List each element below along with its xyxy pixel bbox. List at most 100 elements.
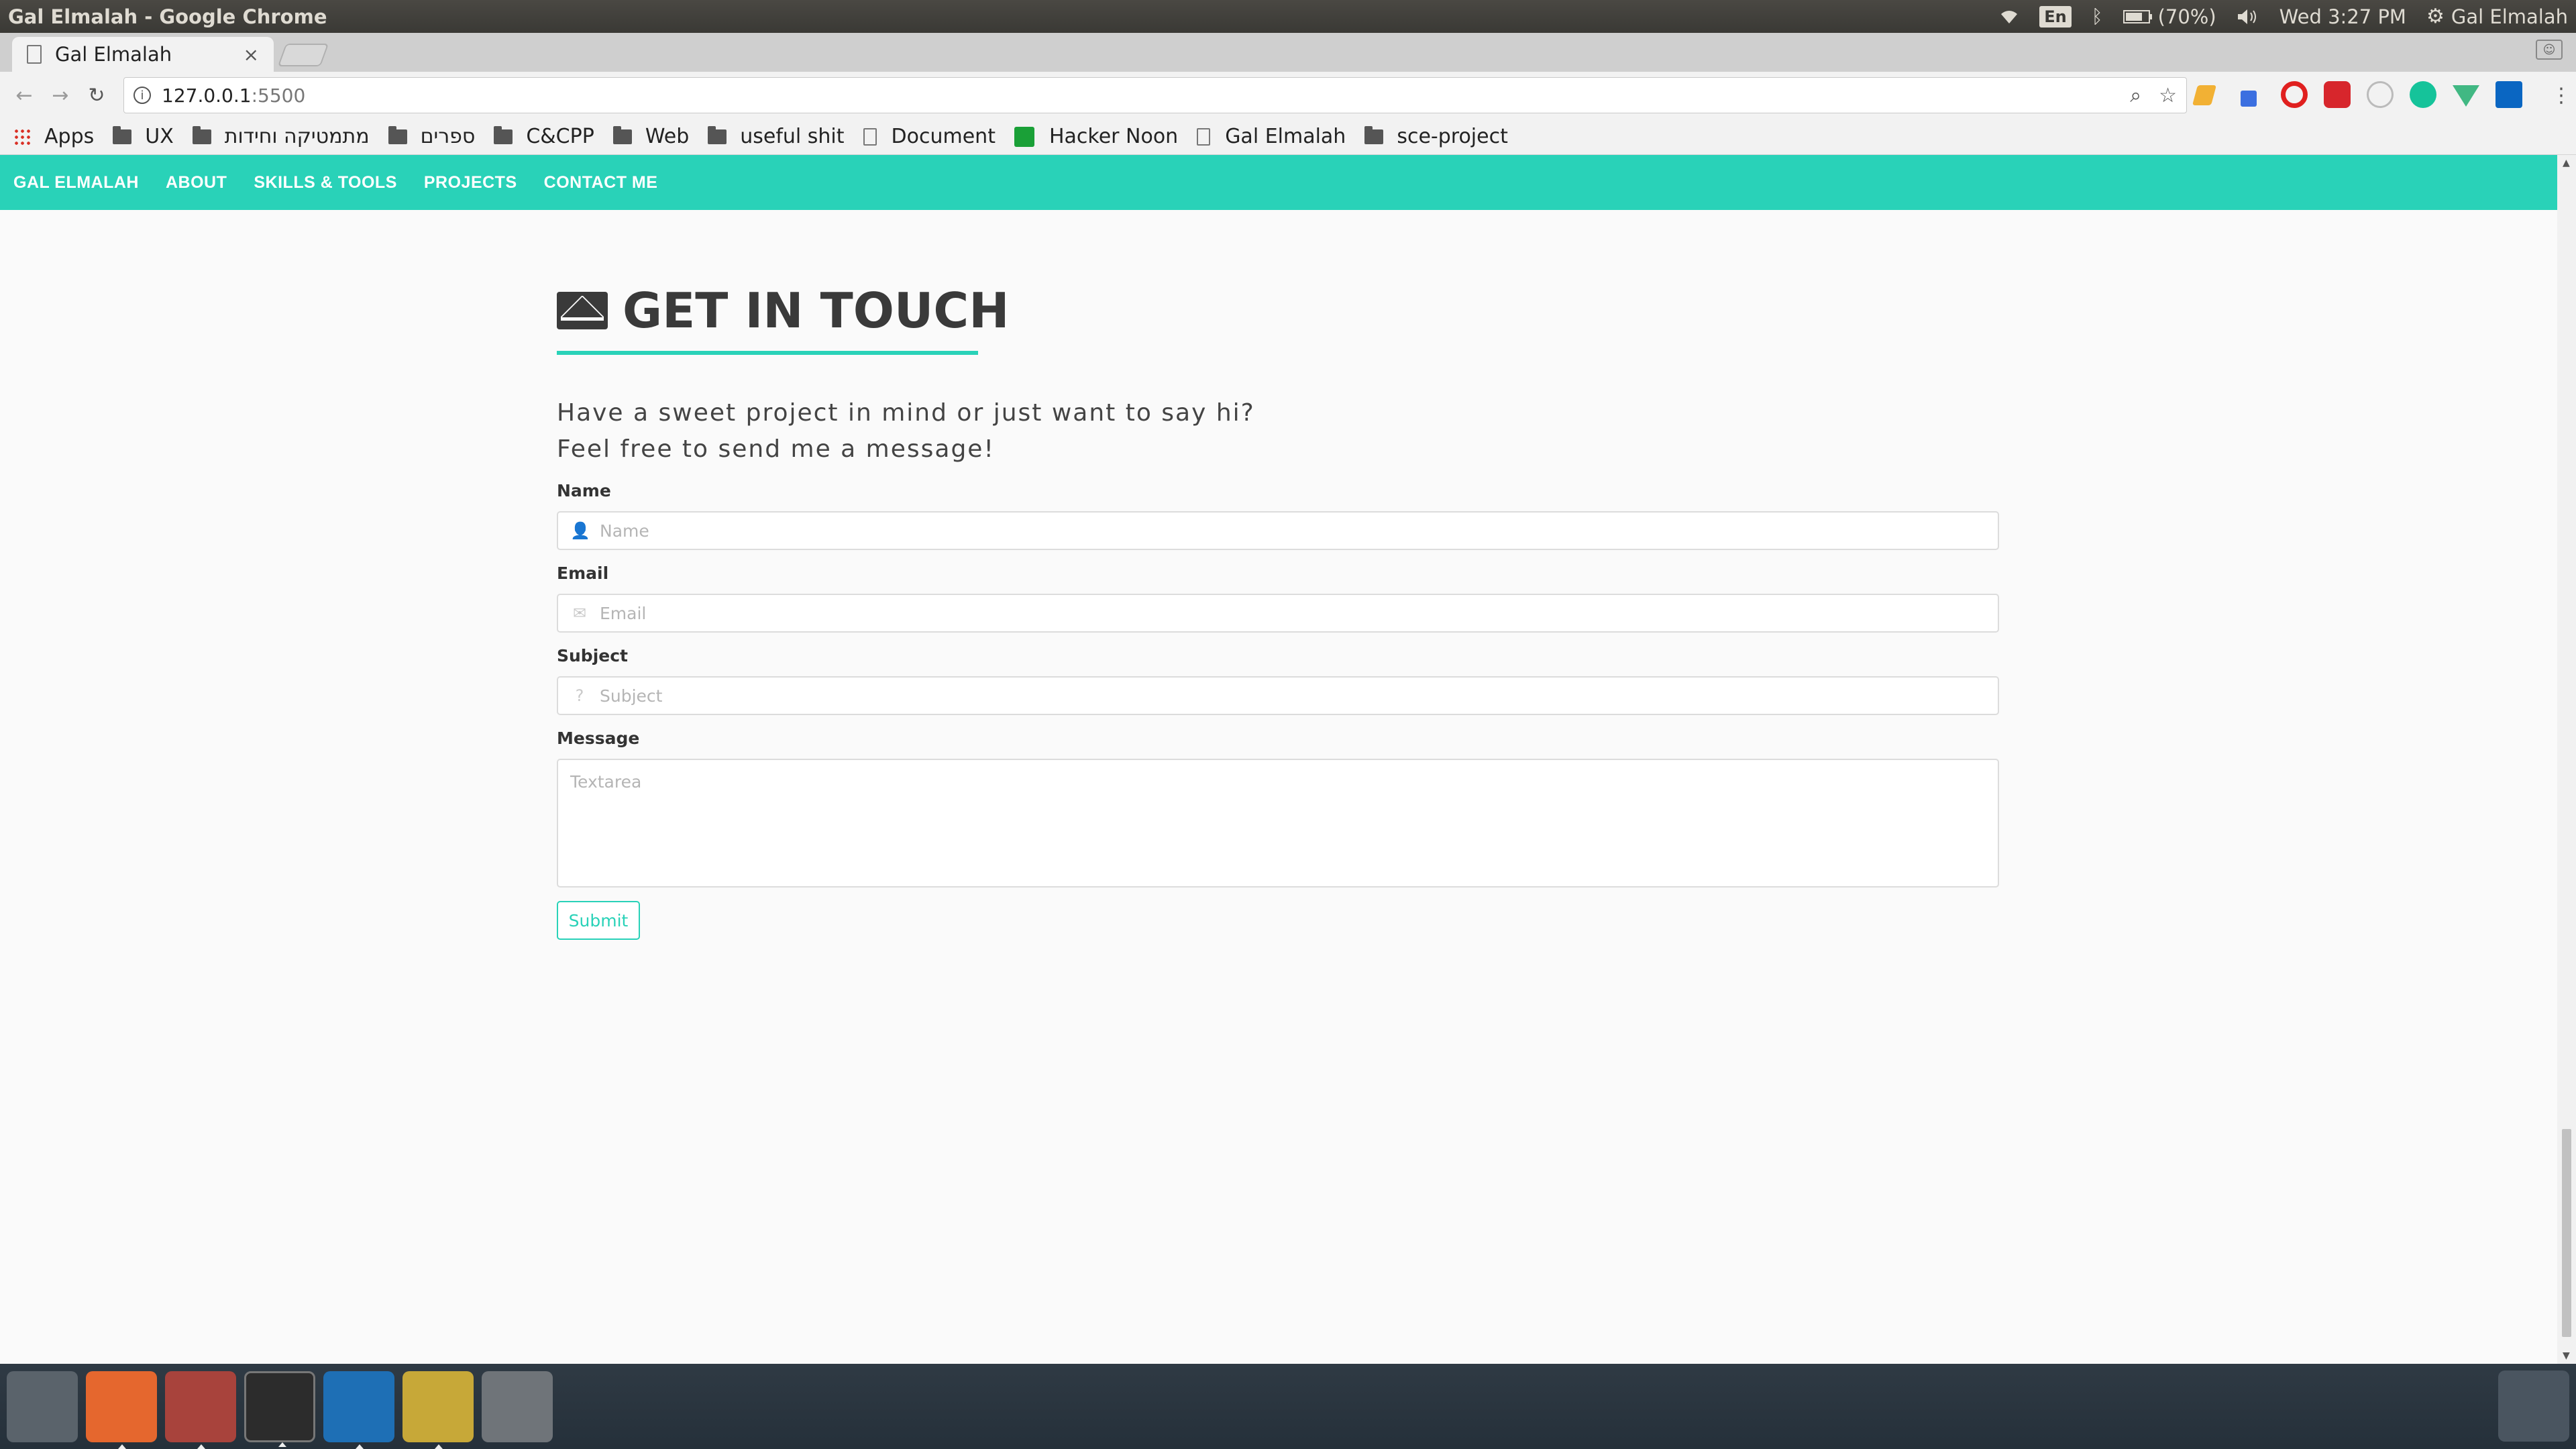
subject-field[interactable]: ? Subject bbox=[557, 676, 1999, 715]
new-tab-button[interactable] bbox=[277, 44, 329, 66]
extension-eyedropper-icon[interactable] bbox=[2241, 91, 2257, 107]
window-title: Gal Elmalah - Google Chrome bbox=[8, 5, 327, 28]
scroll-up-icon[interactable]: ▲ bbox=[2563, 158, 2570, 168]
bookmark-document[interactable]: Document bbox=[863, 125, 996, 148]
wifi-icon[interactable] bbox=[1999, 9, 2019, 25]
user-name: Gal Elmalah bbox=[2451, 5, 2568, 28]
browser-toolbar: ← → ↻ i 127.0.0.1:5500 ⌕ ☆ ⋮ bbox=[0, 72, 2576, 119]
email-field[interactable]: ✉ Email bbox=[557, 594, 1999, 633]
extension-vue-icon[interactable] bbox=[2453, 85, 2479, 107]
intro-line-2: Feel free to send me a message! bbox=[557, 435, 995, 463]
tab-close-icon[interactable]: × bbox=[244, 44, 259, 66]
page-scrollbar[interactable]: ▲ ▼ bbox=[2557, 155, 2576, 1364]
nav-contact[interactable]: CONTACT ME bbox=[544, 173, 658, 193]
submit-button[interactable]: Submit bbox=[557, 901, 640, 940]
user-icon: 👤 bbox=[570, 521, 590, 540]
page-viewport: GAL ELMALAH ABOUT SKILLS & TOOLS PROJECT… bbox=[0, 155, 2557, 1364]
chrome-menu-icon[interactable]: ⋮ bbox=[2549, 83, 2573, 107]
profile-icon[interactable]: ☺ bbox=[2536, 40, 2563, 60]
terminal-icon[interactable] bbox=[244, 1371, 315, 1447]
battery-icon bbox=[2123, 9, 2153, 24]
intro-line-1: Have a sweet project in mind or just wan… bbox=[557, 399, 1255, 427]
volume-icon[interactable] bbox=[2237, 8, 2259, 25]
system-tray: En ᛒ (70%) Wed 3:27 PM ⚙ Gal Elmalah bbox=[1999, 5, 2568, 28]
extension-flag-icon[interactable] bbox=[2192, 85, 2217, 105]
nav-home[interactable]: GAL ELMALAH bbox=[13, 173, 139, 193]
bookmark-apps[interactable]: Apps bbox=[13, 125, 94, 148]
extension-grammarly-icon[interactable] bbox=[2410, 81, 2436, 108]
folder-icon bbox=[708, 125, 727, 144]
bookmark-folder-sce-project[interactable]: sce-project bbox=[1364, 125, 1508, 148]
bookmark-star-icon[interactable]: ☆ bbox=[2159, 84, 2177, 107]
page-icon bbox=[1197, 127, 1211, 146]
page-icon bbox=[863, 127, 877, 146]
section-heading: GET IN TOUCH bbox=[557, 282, 1999, 339]
bookmark-gal-elmalah[interactable]: Gal Elmalah bbox=[1197, 125, 1346, 148]
scrollbar-thumb[interactable] bbox=[2562, 1129, 2571, 1337]
nav-about[interactable]: ABOUT bbox=[166, 173, 227, 193]
message-textarea[interactable]: Textarea bbox=[557, 759, 1999, 888]
os-dock bbox=[0, 1364, 2576, 1449]
url-port: :5500 bbox=[251, 84, 306, 107]
page-favicon-icon bbox=[27, 45, 42, 64]
trash-icon[interactable] bbox=[2498, 1371, 2569, 1442]
scroll-down-icon[interactable]: ▼ bbox=[2563, 1350, 2570, 1361]
reload-button[interactable]: ↻ bbox=[85, 83, 109, 107]
clock[interactable]: Wed 3:27 PM bbox=[2279, 5, 2406, 28]
message-placeholder: Textarea bbox=[570, 772, 642, 792]
address-bar[interactable]: i 127.0.0.1:5500 ⌕ ☆ bbox=[123, 77, 2187, 113]
back-button[interactable]: ← bbox=[12, 83, 36, 107]
bookmark-folder-web[interactable]: Web bbox=[612, 125, 689, 148]
name-placeholder: Name bbox=[600, 521, 649, 541]
envelope-small-icon: ✉ bbox=[572, 604, 587, 623]
name-label: Name bbox=[557, 481, 611, 500]
hackernoon-icon bbox=[1014, 126, 1034, 147]
site-info-icon[interactable]: i bbox=[133, 87, 151, 104]
ubuntu-launcher-icon[interactable] bbox=[7, 1371, 78, 1442]
disk-icon[interactable] bbox=[482, 1371, 553, 1442]
session-menu[interactable]: ⚙ Gal Elmalah bbox=[2426, 5, 2568, 28]
battery-indicator[interactable]: (70%) bbox=[2123, 5, 2216, 28]
folder-icon bbox=[1364, 125, 1384, 144]
browser-tab[interactable]: Gal Elmalah × bbox=[12, 37, 274, 72]
extension-opera-icon[interactable] bbox=[2281, 81, 2308, 108]
bookmark-folder-useful[interactable]: useful shit bbox=[708, 125, 845, 148]
postman-icon[interactable] bbox=[86, 1371, 157, 1449]
tab-title: Gal Elmalah bbox=[55, 43, 172, 66]
email-label: Email bbox=[557, 564, 609, 583]
vscode-icon[interactable] bbox=[323, 1371, 394, 1449]
nav-skills[interactable]: SKILLS & TOOLS bbox=[254, 173, 397, 193]
envelope-icon bbox=[557, 292, 608, 329]
bookmark-folder-math[interactable]: מתמטיקה וחידות bbox=[192, 125, 370, 148]
bookmark-hacker-noon[interactable]: Hacker Noon bbox=[1014, 125, 1178, 148]
name-field[interactable]: 👤 Name bbox=[557, 511, 1999, 550]
message-label: Message bbox=[557, 729, 640, 748]
intro-text: Have a sweet project in mind or just wan… bbox=[557, 395, 1999, 468]
folder-icon bbox=[388, 125, 407, 144]
bluetooth-icon[interactable]: ᛒ bbox=[2092, 5, 2103, 28]
page-title: GET IN TOUCH bbox=[623, 282, 1010, 339]
extension-linkedin-icon[interactable] bbox=[2496, 81, 2522, 108]
nav-projects[interactable]: PROJECTS bbox=[424, 173, 517, 193]
bookmark-folder-books[interactable]: ספרים bbox=[388, 125, 475, 148]
subject-label: Subject bbox=[557, 646, 628, 665]
bookmarks-bar: Apps UX מתמטיקה וחידות ספרים C&CPP Web u… bbox=[0, 119, 2576, 155]
file-manager-icon[interactable] bbox=[165, 1371, 236, 1449]
forward-button[interactable]: → bbox=[48, 83, 72, 107]
subject-placeholder: Subject bbox=[600, 686, 663, 706]
extension-circle-icon[interactable] bbox=[2367, 81, 2394, 108]
os-top-panel: Gal Elmalah - Google Chrome En ᛒ (70%) W… bbox=[0, 0, 2576, 33]
folder-icon bbox=[192, 125, 211, 144]
email-placeholder: Email bbox=[600, 603, 647, 623]
extension-pocket-icon[interactable] bbox=[2324, 81, 2351, 108]
tab-strip: Gal Elmalah × ☺ bbox=[0, 33, 2576, 72]
keyboard-layout-indicator[interactable]: En bbox=[2039, 5, 2072, 28]
bookmark-folder-ux[interactable]: UX bbox=[113, 125, 174, 148]
zoom-icon[interactable]: ⌕ bbox=[2130, 84, 2141, 107]
url-host: 127.0.0.1 bbox=[162, 84, 252, 107]
bookmark-folder-ccpp[interactable]: C&CPP bbox=[494, 125, 594, 148]
chrome-icon[interactable] bbox=[402, 1371, 474, 1449]
contact-section: GET IN TOUCH Have a sweet project in min… bbox=[557, 282, 1999, 940]
folder-icon bbox=[113, 125, 132, 144]
gear-icon: ⚙ bbox=[2426, 5, 2445, 28]
